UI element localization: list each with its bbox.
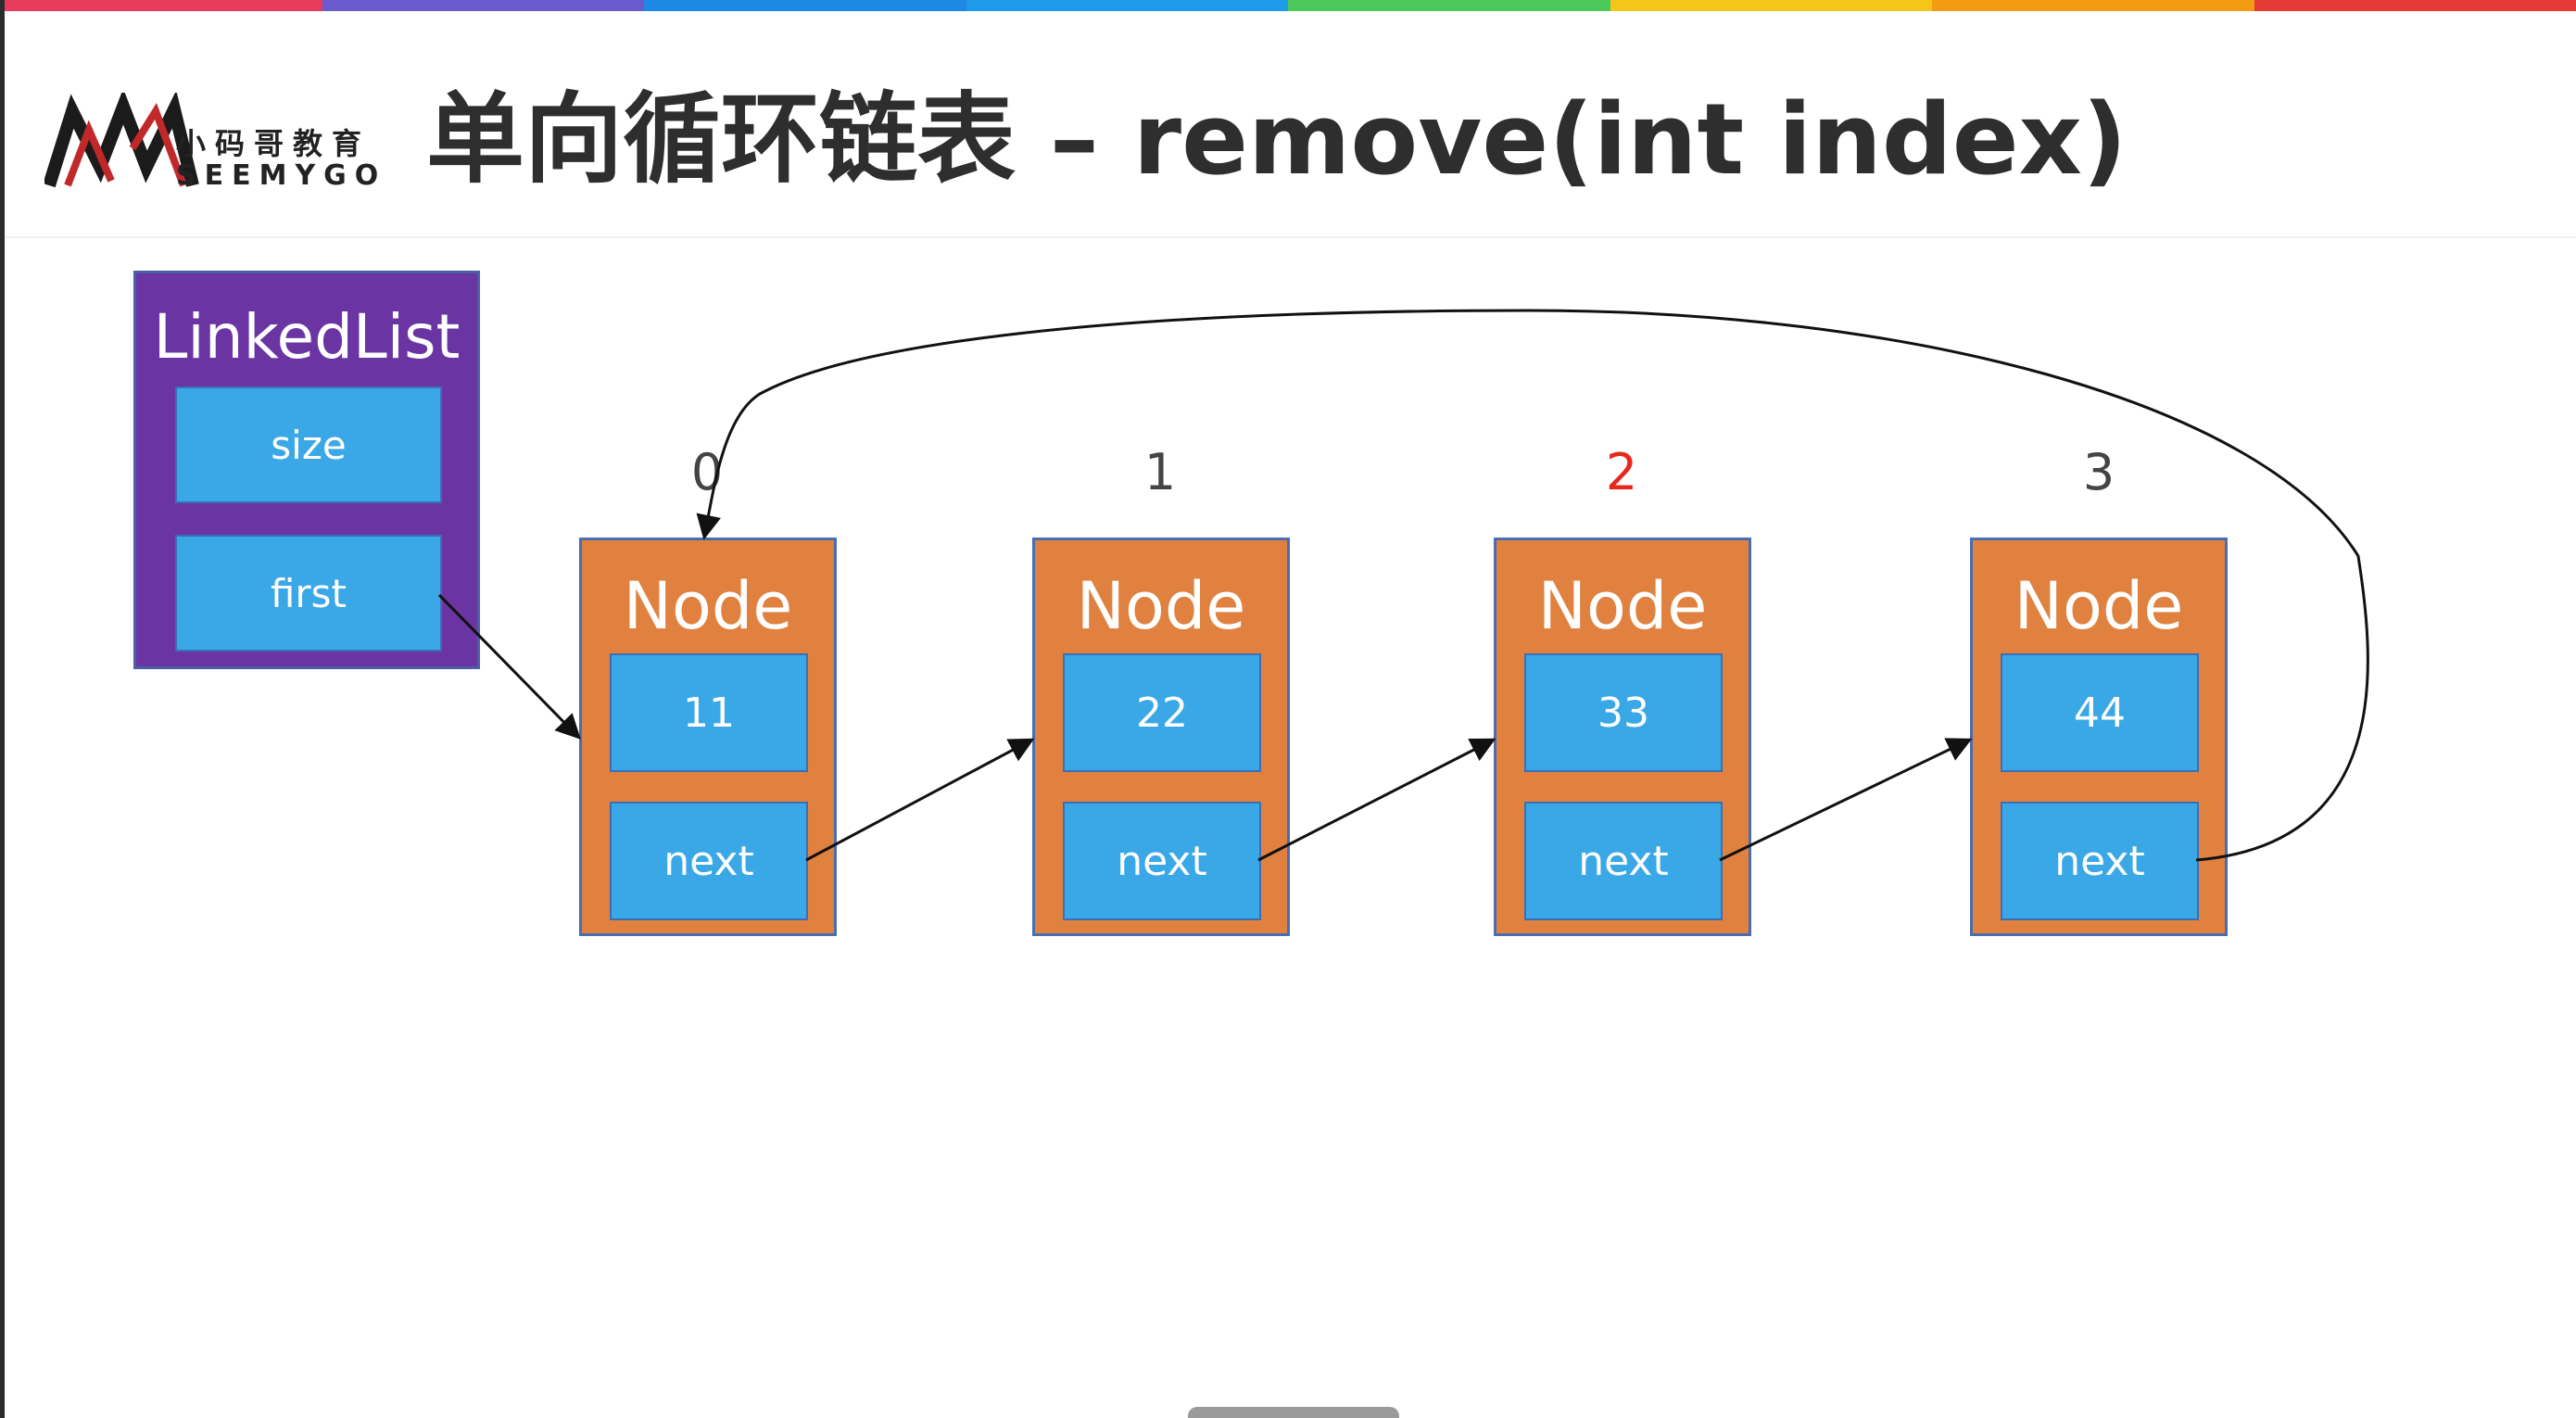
horizontal-scrollbar[interactable]: [1188, 1407, 1399, 1418]
circular-back-arrow: [696, 309, 2369, 862]
next-pointer-arrow-1-2: [1257, 738, 1496, 862]
pointer-arrows: [437, 309, 2369, 862]
next-pointer-arrow-0-1: [805, 738, 1035, 862]
next-pointer-arrow-2-3: [1719, 738, 1973, 862]
first-pointer-arrow: [437, 593, 581, 740]
